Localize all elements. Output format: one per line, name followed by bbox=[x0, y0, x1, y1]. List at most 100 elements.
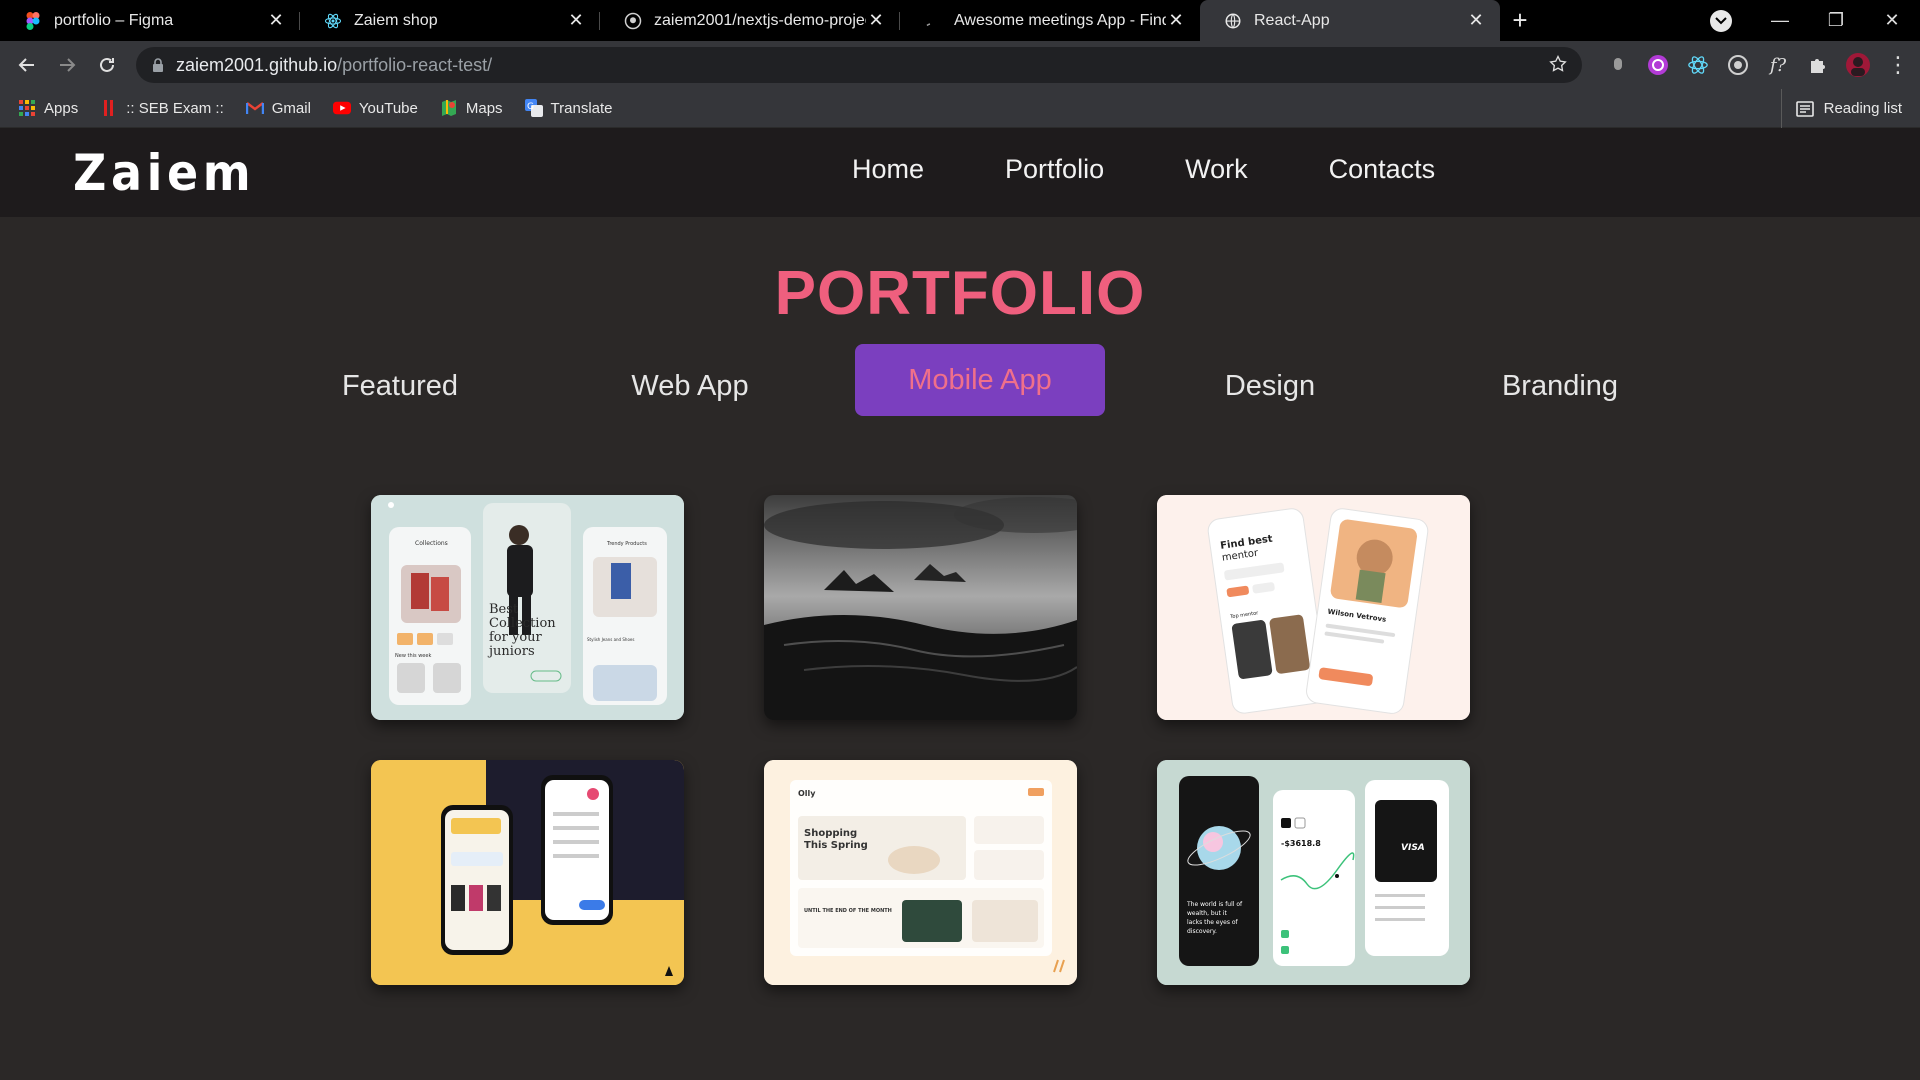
svg-text:Collection: Collection bbox=[489, 616, 556, 631]
svg-text:lacks the eyes of: lacks the eyes of bbox=[1187, 919, 1239, 926]
phones-mockup-preview bbox=[371, 760, 684, 985]
nav-portfolio[interactable]: Portfolio bbox=[1005, 154, 1104, 185]
bookmark-apps[interactable]: Apps bbox=[18, 99, 78, 117]
svg-text:juniors: juniors bbox=[487, 644, 535, 659]
bookmark-label: YouTube bbox=[358, 99, 418, 117]
extension-mic-icon[interactable] bbox=[1598, 49, 1638, 81]
filter-featured[interactable]: Featured bbox=[300, 350, 500, 422]
portfolio-page: Zaiem Home Portfolio Work Contacts PORTF… bbox=[0, 128, 1920, 1080]
svg-text:This Spring: This Spring bbox=[804, 840, 868, 851]
portfolio-card[interactable] bbox=[371, 760, 684, 985]
site-logo[interactable]: Zaiem bbox=[73, 144, 255, 202]
browser-toolbar: zaiem2001.github.io/portfolio-react-test… bbox=[0, 41, 1920, 89]
filter-branding[interactable]: Branding bbox=[1460, 350, 1660, 422]
youtube-icon bbox=[332, 99, 351, 117]
close-icon[interactable]: ✕ bbox=[566, 10, 586, 31]
forward-arrow-icon[interactable] bbox=[47, 45, 87, 85]
portfolio-card[interactable]: Olly Shopping This Spring UNTIL THE END … bbox=[764, 760, 1077, 985]
tab-github[interactable]: zaiem2001/nextjs-demo-project ✕ bbox=[600, 0, 900, 41]
address-bar[interactable]: zaiem2001.github.io/portfolio-react-test… bbox=[136, 47, 1582, 83]
close-icon[interactable]: ✕ bbox=[1466, 10, 1486, 31]
tab-label: Zaiem shop bbox=[354, 11, 438, 29]
bookmark-label: Translate bbox=[550, 99, 613, 117]
svg-text:New this week: New this week bbox=[395, 653, 431, 659]
portfolio-card[interactable]: Find best mentor Top mentor Wilson Vetro… bbox=[1157, 495, 1470, 720]
portfolio-card[interactable]: The world is full of wealth, but it lack… bbox=[1157, 760, 1470, 985]
reading-list-button[interactable]: Reading list bbox=[1780, 89, 1902, 128]
back-arrow-icon[interactable] bbox=[7, 45, 47, 85]
figma-icon bbox=[24, 11, 42, 30]
tab-figma[interactable]: portfolio – Figma ✕ bbox=[0, 0, 300, 41]
main-nav: Home Portfolio Work Contacts bbox=[852, 154, 1516, 185]
svg-text:Trendy Products: Trendy Products bbox=[606, 541, 647, 547]
tab-search-icon[interactable] bbox=[1710, 10, 1732, 32]
close-window-icon[interactable]: ✕ bbox=[1864, 0, 1920, 41]
tab-label: zaiem2001/nextjs-demo-project bbox=[654, 11, 866, 29]
minimize-icon[interactable]: — bbox=[1752, 0, 1808, 41]
svg-text:wealth, but it: wealth, but it bbox=[1187, 910, 1227, 917]
extension-purple-icon[interactable] bbox=[1638, 49, 1678, 81]
bookmark-star-icon[interactable] bbox=[1548, 54, 1568, 79]
close-icon[interactable]: ✕ bbox=[1166, 10, 1186, 31]
tab-zaiem-shop[interactable]: Zaiem shop ✕ bbox=[300, 0, 600, 41]
svg-text:UNTIL THE END OF THE MONTH: UNTIL THE END OF THE MONTH bbox=[804, 908, 892, 914]
mentor-app-preview: Find best mentor Top mentor Wilson Vetro… bbox=[1157, 495, 1470, 720]
url-host: zaiem2001.github.io bbox=[176, 54, 338, 75]
bookmark-gmail[interactable]: Gmail bbox=[245, 99, 311, 117]
extension-target-icon[interactable] bbox=[1718, 49, 1758, 81]
close-icon[interactable]: ✕ bbox=[266, 10, 286, 31]
seascape-photo bbox=[764, 495, 1077, 720]
kebab-menu-icon[interactable]: ⋮ bbox=[1878, 49, 1918, 81]
bookmark-label: Apps bbox=[44, 99, 79, 117]
nav-contacts[interactable]: Contacts bbox=[1329, 154, 1436, 185]
svg-text:Olly: Olly bbox=[798, 789, 816, 798]
bookmark-label: Maps bbox=[465, 99, 503, 117]
portfolio-card[interactable]: Best Collection for your juniors Collect… bbox=[371, 495, 684, 720]
filter-mobile-app[interactable]: Mobile App bbox=[855, 344, 1105, 416]
tab-meetings[interactable]: Awesome meetings App - Find y ✕ bbox=[900, 0, 1200, 41]
svg-text:-$3618.8: -$3618.8 bbox=[1281, 839, 1321, 848]
portfolio-filters: Featured Web App Mobile App Design Brand… bbox=[0, 344, 1920, 422]
nav-work[interactable]: Work bbox=[1185, 154, 1248, 185]
new-tab-button[interactable]: + bbox=[1500, 0, 1540, 41]
bookmark-label: Gmail bbox=[271, 99, 311, 117]
avatar[interactable] bbox=[1838, 49, 1878, 81]
tab-label: Awesome meetings App - Find y bbox=[954, 11, 1166, 29]
apps-grid-icon bbox=[18, 99, 36, 117]
bookmarks-bar: Apps :: SEB Exam :: Gmail YouTube Maps G… bbox=[0, 89, 1920, 128]
url-path: /portfolio-react-test/ bbox=[337, 54, 493, 75]
window-controls: — ❐ ✕ bbox=[1752, 0, 1920, 41]
olly-shop-preview: Olly Shopping This Spring UNTIL THE END … bbox=[764, 760, 1077, 985]
filter-web-app[interactable]: Web App bbox=[590, 350, 790, 422]
tab-react-app[interactable]: React-App ✕ bbox=[1200, 0, 1500, 41]
svg-text:G: G bbox=[527, 102, 534, 112]
filter-design[interactable]: Design bbox=[1170, 350, 1370, 422]
bookmark-maps[interactable]: Maps bbox=[440, 99, 503, 117]
portfolio-card[interactable] bbox=[764, 495, 1077, 720]
react-icon bbox=[324, 12, 342, 30]
react-devtools-icon[interactable] bbox=[1678, 49, 1718, 81]
bookmark-seb[interactable]: :: SEB Exam :: bbox=[100, 99, 224, 117]
globe-icon bbox=[1224, 12, 1242, 30]
bookmark-youtube[interactable]: YouTube bbox=[332, 99, 418, 117]
reading-list-icon bbox=[1795, 100, 1814, 117]
svg-text:discovery.: discovery. bbox=[1187, 928, 1217, 935]
tab-label: portfolio – Figma bbox=[54, 11, 174, 29]
github-icon bbox=[624, 12, 642, 30]
bookmark-translate[interactable]: G Translate bbox=[524, 99, 613, 117]
svg-text:Shopping: Shopping bbox=[804, 828, 857, 839]
reload-icon[interactable] bbox=[87, 45, 127, 85]
card1-headline: Best bbox=[489, 602, 519, 617]
svg-text:VISA: VISA bbox=[1401, 843, 1425, 853]
gmail-icon bbox=[245, 99, 264, 117]
formula-icon[interactable]: f? bbox=[1758, 49, 1798, 81]
nav-home[interactable]: Home bbox=[852, 154, 924, 185]
close-icon[interactable]: ✕ bbox=[866, 10, 886, 31]
puzzle-icon[interactable] bbox=[1798, 49, 1838, 81]
seb-icon bbox=[100, 99, 118, 117]
restore-icon[interactable]: ❐ bbox=[1808, 0, 1864, 41]
reading-list-label: Reading list bbox=[1823, 100, 1902, 117]
tab-label: React-App bbox=[1254, 11, 1330, 29]
lock-icon bbox=[152, 58, 164, 72]
svg-text:Collections: Collections bbox=[415, 540, 448, 547]
